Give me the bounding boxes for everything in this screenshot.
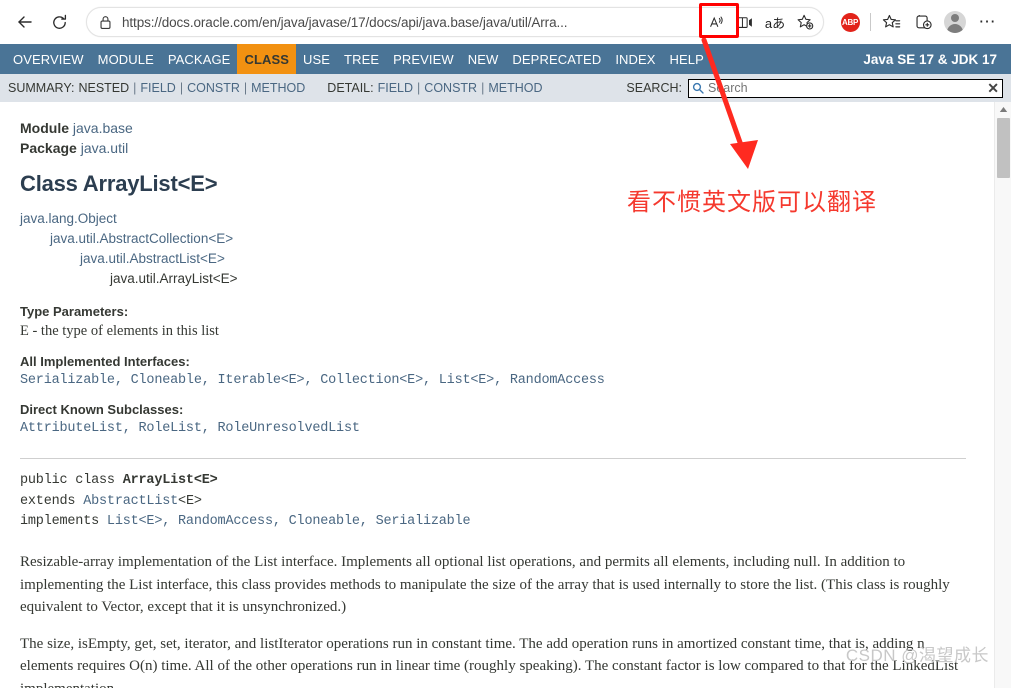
avatar — [944, 11, 966, 33]
read-aloud-icon[interactable] — [702, 9, 730, 35]
detail-group: DETAIL: FIELD | CONSTR | METHOD — [327, 81, 542, 95]
signature-modifiers: public class — [20, 472, 123, 488]
lock-icon — [99, 15, 112, 30]
collections-icon[interactable] — [907, 6, 939, 38]
detail-item-constr[interactable]: CONSTR — [424, 81, 477, 95]
nav-item-deprecated[interactable]: DEPRECATED — [505, 44, 608, 74]
separator: | — [133, 81, 137, 95]
javadoc-nav-list: OVERVIEW MODULE PACKAGE CLASS USE TREE P… — [6, 44, 711, 74]
omnibox-icon-group: aあ — [701, 9, 819, 35]
description-paragraph-2: The size, isEmpty, get, set, iterator, a… — [20, 635, 959, 688]
inheritance-level-2[interactable]: java.util.AbstractCollection<E> — [20, 229, 966, 249]
signature-interfaces-links[interactable]: List<E>, RandomAccess, Cloneable, Serial… — [107, 514, 471, 529]
inheritance-tree: java.lang.Object java.util.AbstractColle… — [20, 209, 966, 290]
module-label: Module — [20, 120, 69, 136]
scrollbar-thumb[interactable] — [997, 118, 1010, 178]
toolbar-divider — [870, 13, 871, 31]
module-link[interactable]: java.base — [73, 120, 133, 136]
summary-item-field[interactable]: FIELD — [140, 81, 175, 95]
nav-item-class[interactable]: CLASS — [237, 44, 297, 74]
annotation-text: 看不惯英文版可以翻译 — [627, 189, 877, 216]
address-bar[interactable]: https://docs.oracle.com/en/java/javase/1… — [86, 7, 824, 37]
search-input[interactable] — [708, 81, 984, 95]
detail-label: DETAIL: — [327, 81, 374, 95]
favorites-icon[interactable] — [875, 6, 907, 38]
translate-icon[interactable]: aあ — [760, 9, 790, 35]
nav-item-tree[interactable]: TREE — [337, 44, 386, 74]
inheritance-level-3[interactable]: java.util.AbstractList<E> — [20, 249, 966, 269]
search-zone: SEARCH: ✕ — [626, 78, 1011, 98]
separator: | — [179, 81, 184, 95]
summary-item-constr[interactable]: CONSTR — [187, 81, 240, 95]
javadoc-top-navigation: OVERVIEW MODULE PACKAGE CLASS USE TREE P… — [0, 44, 1011, 74]
search-box[interactable]: ✕ — [688, 78, 1003, 98]
nav-item-package[interactable]: PACKAGE — [161, 44, 238, 74]
separator: | — [481, 81, 485, 95]
class-signature: public class ArrayList<E> extends Abstra… — [20, 471, 966, 534]
adblock-plus-icon[interactable]: ABP — [834, 6, 866, 38]
add-favorite-icon[interactable] — [791, 9, 819, 35]
package-label: Package — [20, 140, 77, 157]
search-label: SEARCH: — [626, 81, 682, 95]
search-icon — [692, 82, 704, 94]
package-link[interactable]: java.util — [81, 140, 128, 156]
signature-superclass-link[interactable]: AbstractList — [83, 494, 178, 509]
browser-extension-toolbar: ABP ⋯ — [830, 6, 1003, 38]
inheritance-level-4: java.util.ArrayList<E> — [110, 271, 238, 287]
signature-line-3: implements List<E>, RandomAccess, Clonea… — [20, 512, 966, 533]
summary-item-nested: NESTED — [78, 81, 130, 95]
separator: | — [243, 81, 248, 95]
nav-item-help[interactable]: HELP — [663, 44, 711, 74]
summary-group: SUMMARY: NESTED | FIELD | CONSTR | METHO… — [8, 81, 305, 95]
package-line: Package java.util — [20, 138, 966, 158]
description-paragraph-1: Resizable-array implementation of the Li… — [20, 554, 950, 616]
immersive-reader-icon[interactable] — [731, 9, 759, 35]
signature-extends-keyword: extends — [20, 493, 84, 509]
profile-avatar[interactable] — [939, 6, 971, 38]
signature-implements-keyword: implements — [20, 514, 107, 530]
signature-line-2: extends AbstractList<E> — [20, 492, 966, 513]
javadoc-sub-navigation: SUMMARY: NESTED | FIELD | CONSTR | METHO… — [0, 74, 1011, 102]
nav-item-use[interactable]: USE — [296, 44, 337, 74]
search-reset-icon[interactable]: ✕ — [983, 81, 999, 95]
csdn-watermark: CSDN @渴望成长 — [845, 646, 989, 665]
signature-line-1: public class ArrayList<E> — [20, 471, 966, 492]
nav-item-preview[interactable]: PREVIEW — [386, 44, 461, 74]
signature-superclass-generic: <E> — [178, 493, 202, 509]
detail-item-method[interactable]: METHOD — [488, 81, 542, 95]
signature-class-name: ArrayList<E> — [122, 472, 218, 488]
vertical-scrollbar[interactable] — [994, 102, 1011, 688]
all-implemented-interfaces-body[interactable]: Serializable, Cloneable, Iterable<E>, Co… — [20, 373, 966, 388]
module-line: Module java.base — [20, 118, 966, 138]
nav-item-new[interactable]: NEW — [461, 44, 506, 74]
browser-toolbar: https://docs.oracle.com/en/java/javase/1… — [0, 0, 1011, 44]
url-text: https://docs.oracle.com/en/java/javase/1… — [122, 14, 568, 30]
type-parameters-body: E - the type of elements in this list — [20, 322, 219, 339]
section-divider — [20, 457, 966, 459]
nav-item-overview[interactable]: OVERVIEW — [6, 44, 91, 74]
nav-item-index[interactable]: INDEX — [608, 44, 662, 74]
back-button[interactable] — [8, 5, 42, 39]
direct-known-subclasses-body[interactable]: AttributeList, RoleList, RoleUnresolvedL… — [20, 421, 966, 436]
summary-label: SUMMARY: — [8, 81, 75, 95]
separator: | — [417, 81, 421, 95]
release-label: Java SE 17 & JDK 17 — [863, 51, 997, 67]
summary-item-method[interactable]: METHOD — [251, 81, 305, 95]
type-parameters-heading: Type Parameters: — [20, 303, 129, 319]
all-implemented-interfaces-heading: All Implemented Interfaces: — [20, 353, 190, 369]
nav-item-module[interactable]: MODULE — [91, 44, 161, 74]
scroll-up-arrow[interactable] — [995, 102, 1011, 116]
direct-known-subclasses-heading: Direct Known Subclasses: — [20, 401, 184, 417]
refresh-button[interactable] — [42, 5, 76, 39]
settings-and-more-icon[interactable]: ⋯ — [971, 6, 1003, 38]
detail-item-field[interactable]: FIELD — [378, 81, 413, 95]
